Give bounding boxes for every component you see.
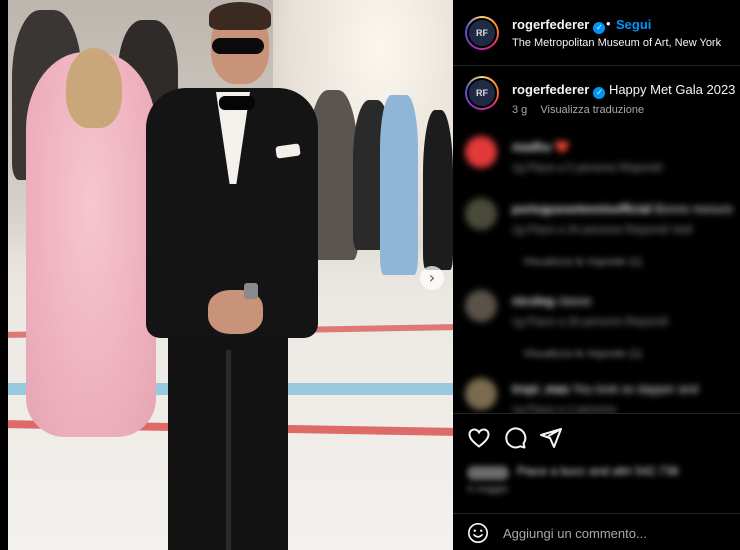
- comment-body: Bonne mesure: [654, 202, 733, 216]
- comment-meta: 1g Piace a 34 persone Rispondi Vedi: [512, 224, 693, 236]
- comment-meta: 1g Piace a 5 persone Rispondi: [512, 162, 662, 174]
- avatar-initials: RF: [467, 18, 497, 48]
- smiley-icon[interactable]: [467, 522, 489, 544]
- comment-text: nicoleg classe: [512, 294, 591, 308]
- caption-username[interactable]: rogerfederer: [512, 82, 589, 97]
- post-photo[interactable]: ›: [8, 0, 453, 550]
- commenter-username[interactable]: portuguesetennisofficial: [512, 202, 651, 216]
- caption-avatar[interactable]: RF: [465, 76, 499, 110]
- comment-text: madhu ❤️: [512, 140, 570, 154]
- caption-text: rogerfederer ✓ Happy Met Gala 2023 ✨: [512, 82, 740, 99]
- view-replies-link[interactable]: Visualizza le risposte (1): [523, 256, 642, 268]
- likers-avatars: [467, 466, 509, 480]
- comment-meta: 1g Piace a 2 persone: [512, 404, 616, 413]
- comment-bubble-icon[interactable]: [503, 426, 527, 450]
- comment-meta: 1g Piace a 28 persone Rispondi: [512, 316, 668, 328]
- author-avatar[interactable]: RF: [465, 16, 499, 50]
- watch: [244, 283, 258, 299]
- caption-time: 3 g: [512, 104, 528, 116]
- verified-badge-icon: ✓: [593, 22, 606, 34]
- commenter-avatar[interactable]: [465, 378, 497, 410]
- follow-button[interactable]: Segui: [616, 17, 651, 32]
- next-photo-button[interactable]: ›: [420, 266, 444, 290]
- username-text: rogerfederer: [512, 17, 590, 32]
- post-date: 4 maggio: [467, 484, 509, 495]
- paper-plane-icon[interactable]: [539, 426, 563, 450]
- view-replies-link[interactable]: Visualizza le risposte (1): [523, 348, 642, 360]
- post-actions: Piace a bucc and altri 542.738 4 maggio: [453, 413, 740, 513]
- comments-list[interactable]: madhu ❤️ 1g Piace a 5 persone Rispondi p…: [453, 128, 740, 413]
- commenter-avatar[interactable]: [465, 136, 497, 168]
- avatar-initials: RF: [467, 78, 497, 108]
- background-person: [423, 110, 453, 270]
- comment-input[interactable]: [503, 522, 728, 544]
- caption-body: Happy Met Gala 2023 ✨: [608, 82, 740, 97]
- comment-text: tropi_mas You look so dapper and: [512, 382, 698, 396]
- bowtie: [219, 96, 255, 110]
- likes-text: Piace a bucc and altri 542.738: [517, 464, 679, 478]
- author-username[interactable]: rogerfederer ✓: [512, 17, 606, 34]
- comment-body: classe: [557, 294, 592, 308]
- post-header: RF rogerfederer ✓ • Segui The Metropolita…: [453, 0, 740, 66]
- commenter-avatar[interactable]: [465, 198, 497, 230]
- heart-icon[interactable]: [467, 426, 491, 450]
- commenter-username[interactable]: madhu: [512, 140, 551, 154]
- commenter-username[interactable]: nicoleg: [512, 294, 554, 308]
- trouser-gap: [226, 350, 231, 550]
- post-caption: RF rogerfederer ✓ Happy Met Gala 2023 ✨ 3…: [453, 66, 740, 126]
- commenter-avatar[interactable]: [465, 290, 497, 322]
- verified-badge-icon: ✓: [593, 87, 606, 99]
- comment-body: ❤️: [554, 140, 570, 154]
- comment-text: portuguesetennisofficial Bonne mesure: [512, 202, 733, 216]
- add-comment-bar: [453, 513, 740, 550]
- commenter-username[interactable]: tropi_mas: [512, 382, 569, 396]
- comment-body: You look so dapper and: [572, 382, 699, 396]
- hair: [209, 2, 271, 30]
- caption-meta: 3 g Visualizza traduzione: [512, 104, 644, 116]
- chevron-right-icon: ›: [428, 268, 436, 287]
- background-person: [380, 95, 418, 275]
- translate-link[interactable]: Visualizza traduzione: [540, 104, 644, 116]
- separator-dot: •: [606, 16, 611, 31]
- post-side-panel: RF rogerfederer ✓ • Segui The Metropolita…: [453, 0, 740, 550]
- location-link[interactable]: The Metropolitan Museum of Art, New York: [512, 37, 721, 49]
- sunglasses: [212, 38, 264, 54]
- woman-hair: [66, 48, 122, 128]
- likes-summary[interactable]: Piace a bucc and altri 542.738 4 maggio: [467, 462, 732, 498]
